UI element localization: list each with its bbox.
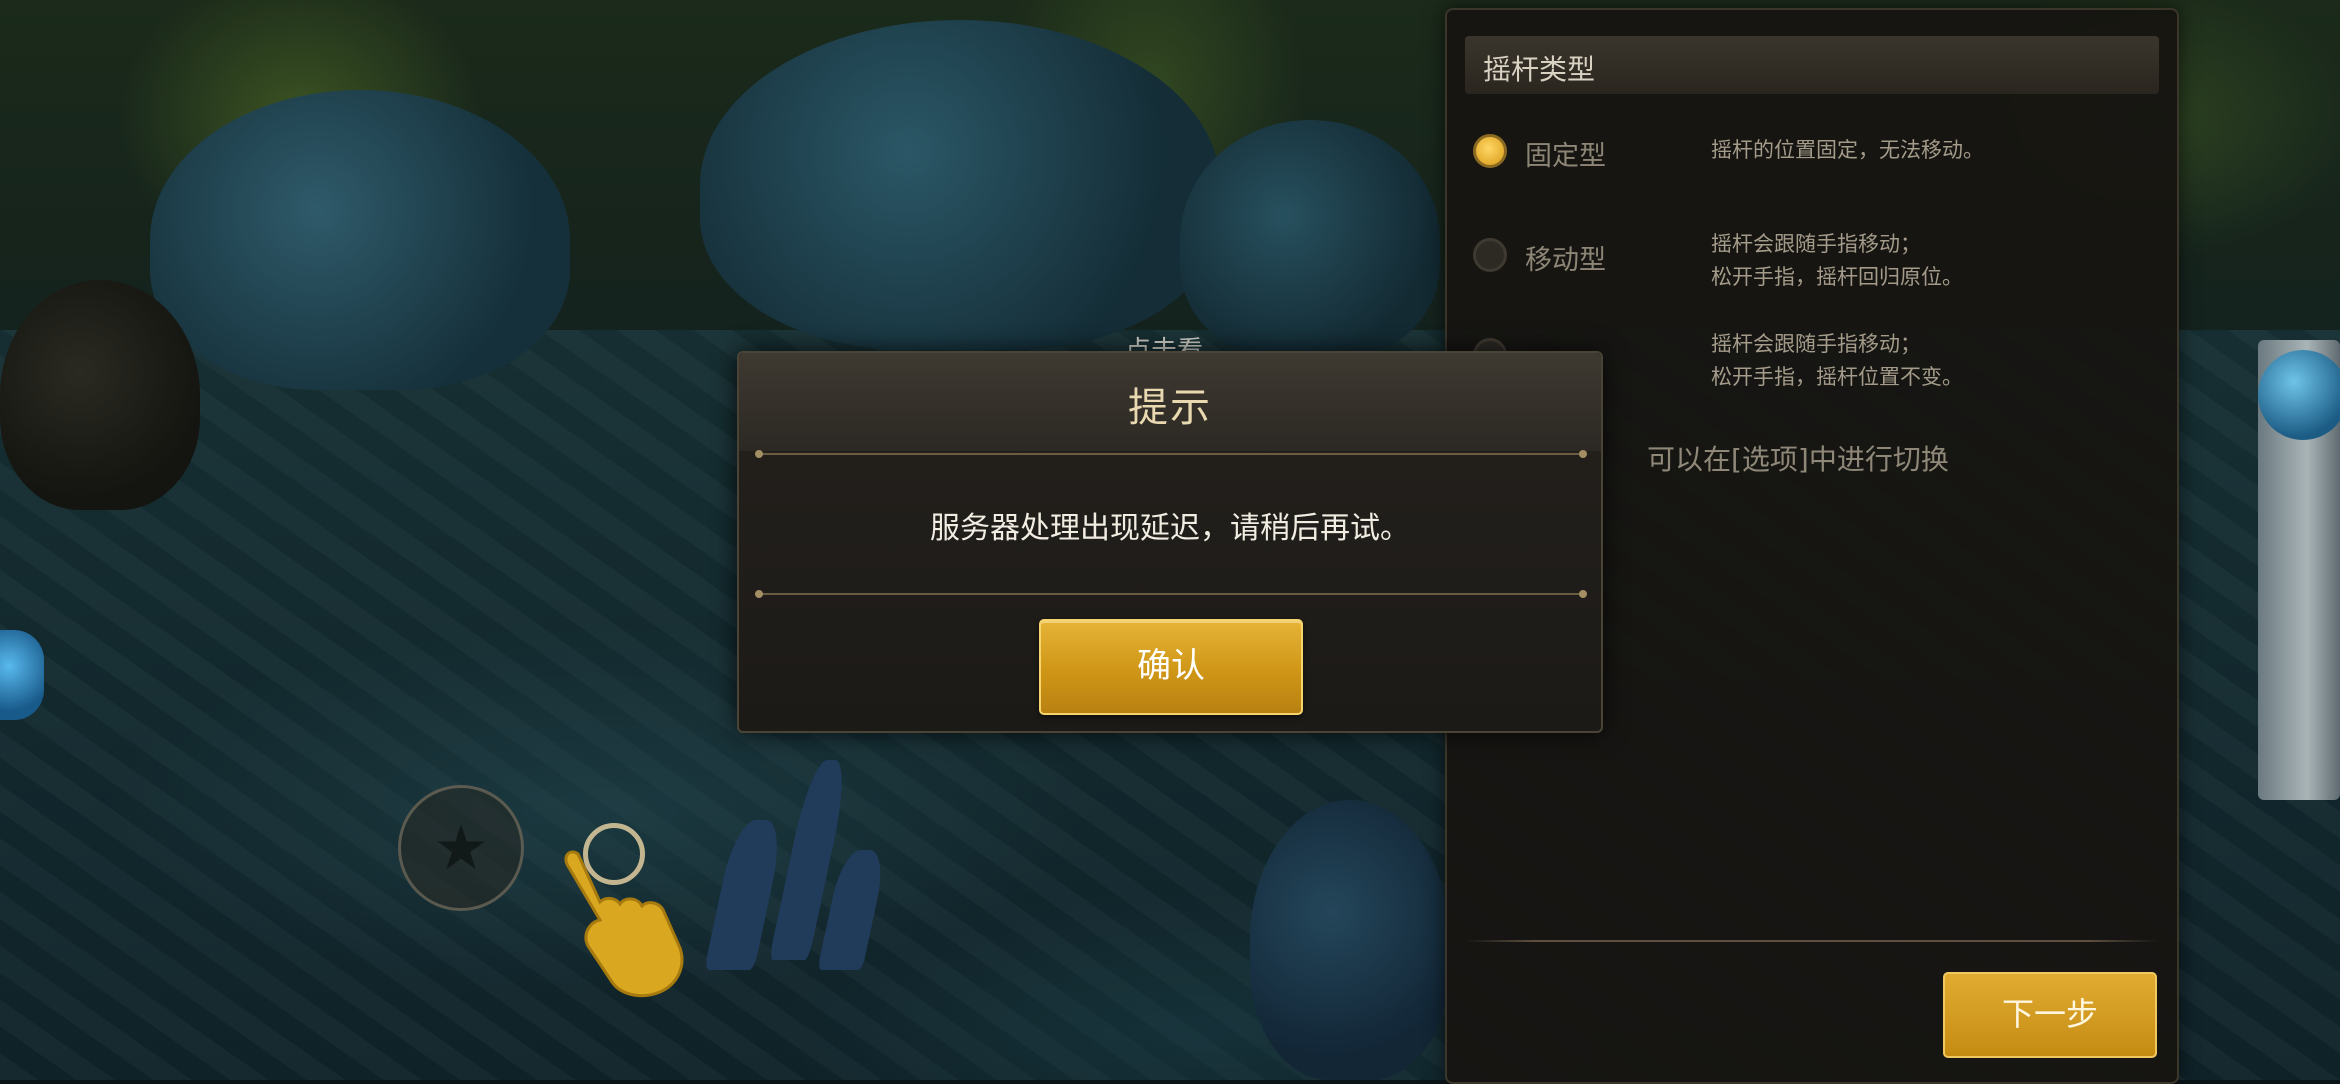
option-label: 移动型	[1525, 245, 1606, 276]
rock-cluster	[1250, 800, 1450, 1080]
panel-title: 摇杆类型	[1483, 53, 1596, 86]
dialog-message: 服务器处理出现延迟，请稍后再试。	[930, 511, 1410, 546]
star-icon: ★	[433, 811, 489, 884]
rock-cluster	[1180, 120, 1440, 360]
option-description: 摇杆的位置固定，无法移动。	[1711, 138, 1984, 162]
option-description: 摇杆会跟随手指移动； 松开手指，摇杆回归原位。	[1711, 232, 1963, 289]
rock-cluster	[700, 20, 1220, 350]
tap-hand-icon	[564, 850, 684, 998]
dialog-header: 提示	[739, 353, 1601, 451]
radio-unselected-icon[interactable]	[1473, 238, 1507, 272]
rock-cluster	[150, 90, 570, 390]
radio-selected-icon[interactable]	[1473, 134, 1507, 168]
switch-hint: 可以在[选项]中进行切换	[1647, 443, 1949, 476]
glowing-orb	[0, 630, 44, 720]
virtual-joystick[interactable]: ★	[398, 785, 524, 911]
option-label: 固定型	[1525, 141, 1606, 172]
divider	[755, 450, 1587, 458]
option-description: 摇杆会跟随手指移动； 松开手指，摇杆位置不变。	[1711, 332, 1963, 389]
notice-dialog: 提示 服务器处理出现延迟，请稍后再试。 确认	[737, 351, 1603, 733]
panel-header: 摇杆类型	[1465, 36, 2159, 94]
next-step-button[interactable]: 下一步	[1943, 972, 2157, 1058]
glowing-orb	[2258, 350, 2340, 440]
rock-cluster	[0, 280, 200, 510]
divider	[1465, 940, 2159, 942]
dialog-title: 提示	[1128, 385, 1212, 431]
confirm-button[interactable]: 确认	[1039, 619, 1303, 715]
divider	[755, 590, 1587, 598]
